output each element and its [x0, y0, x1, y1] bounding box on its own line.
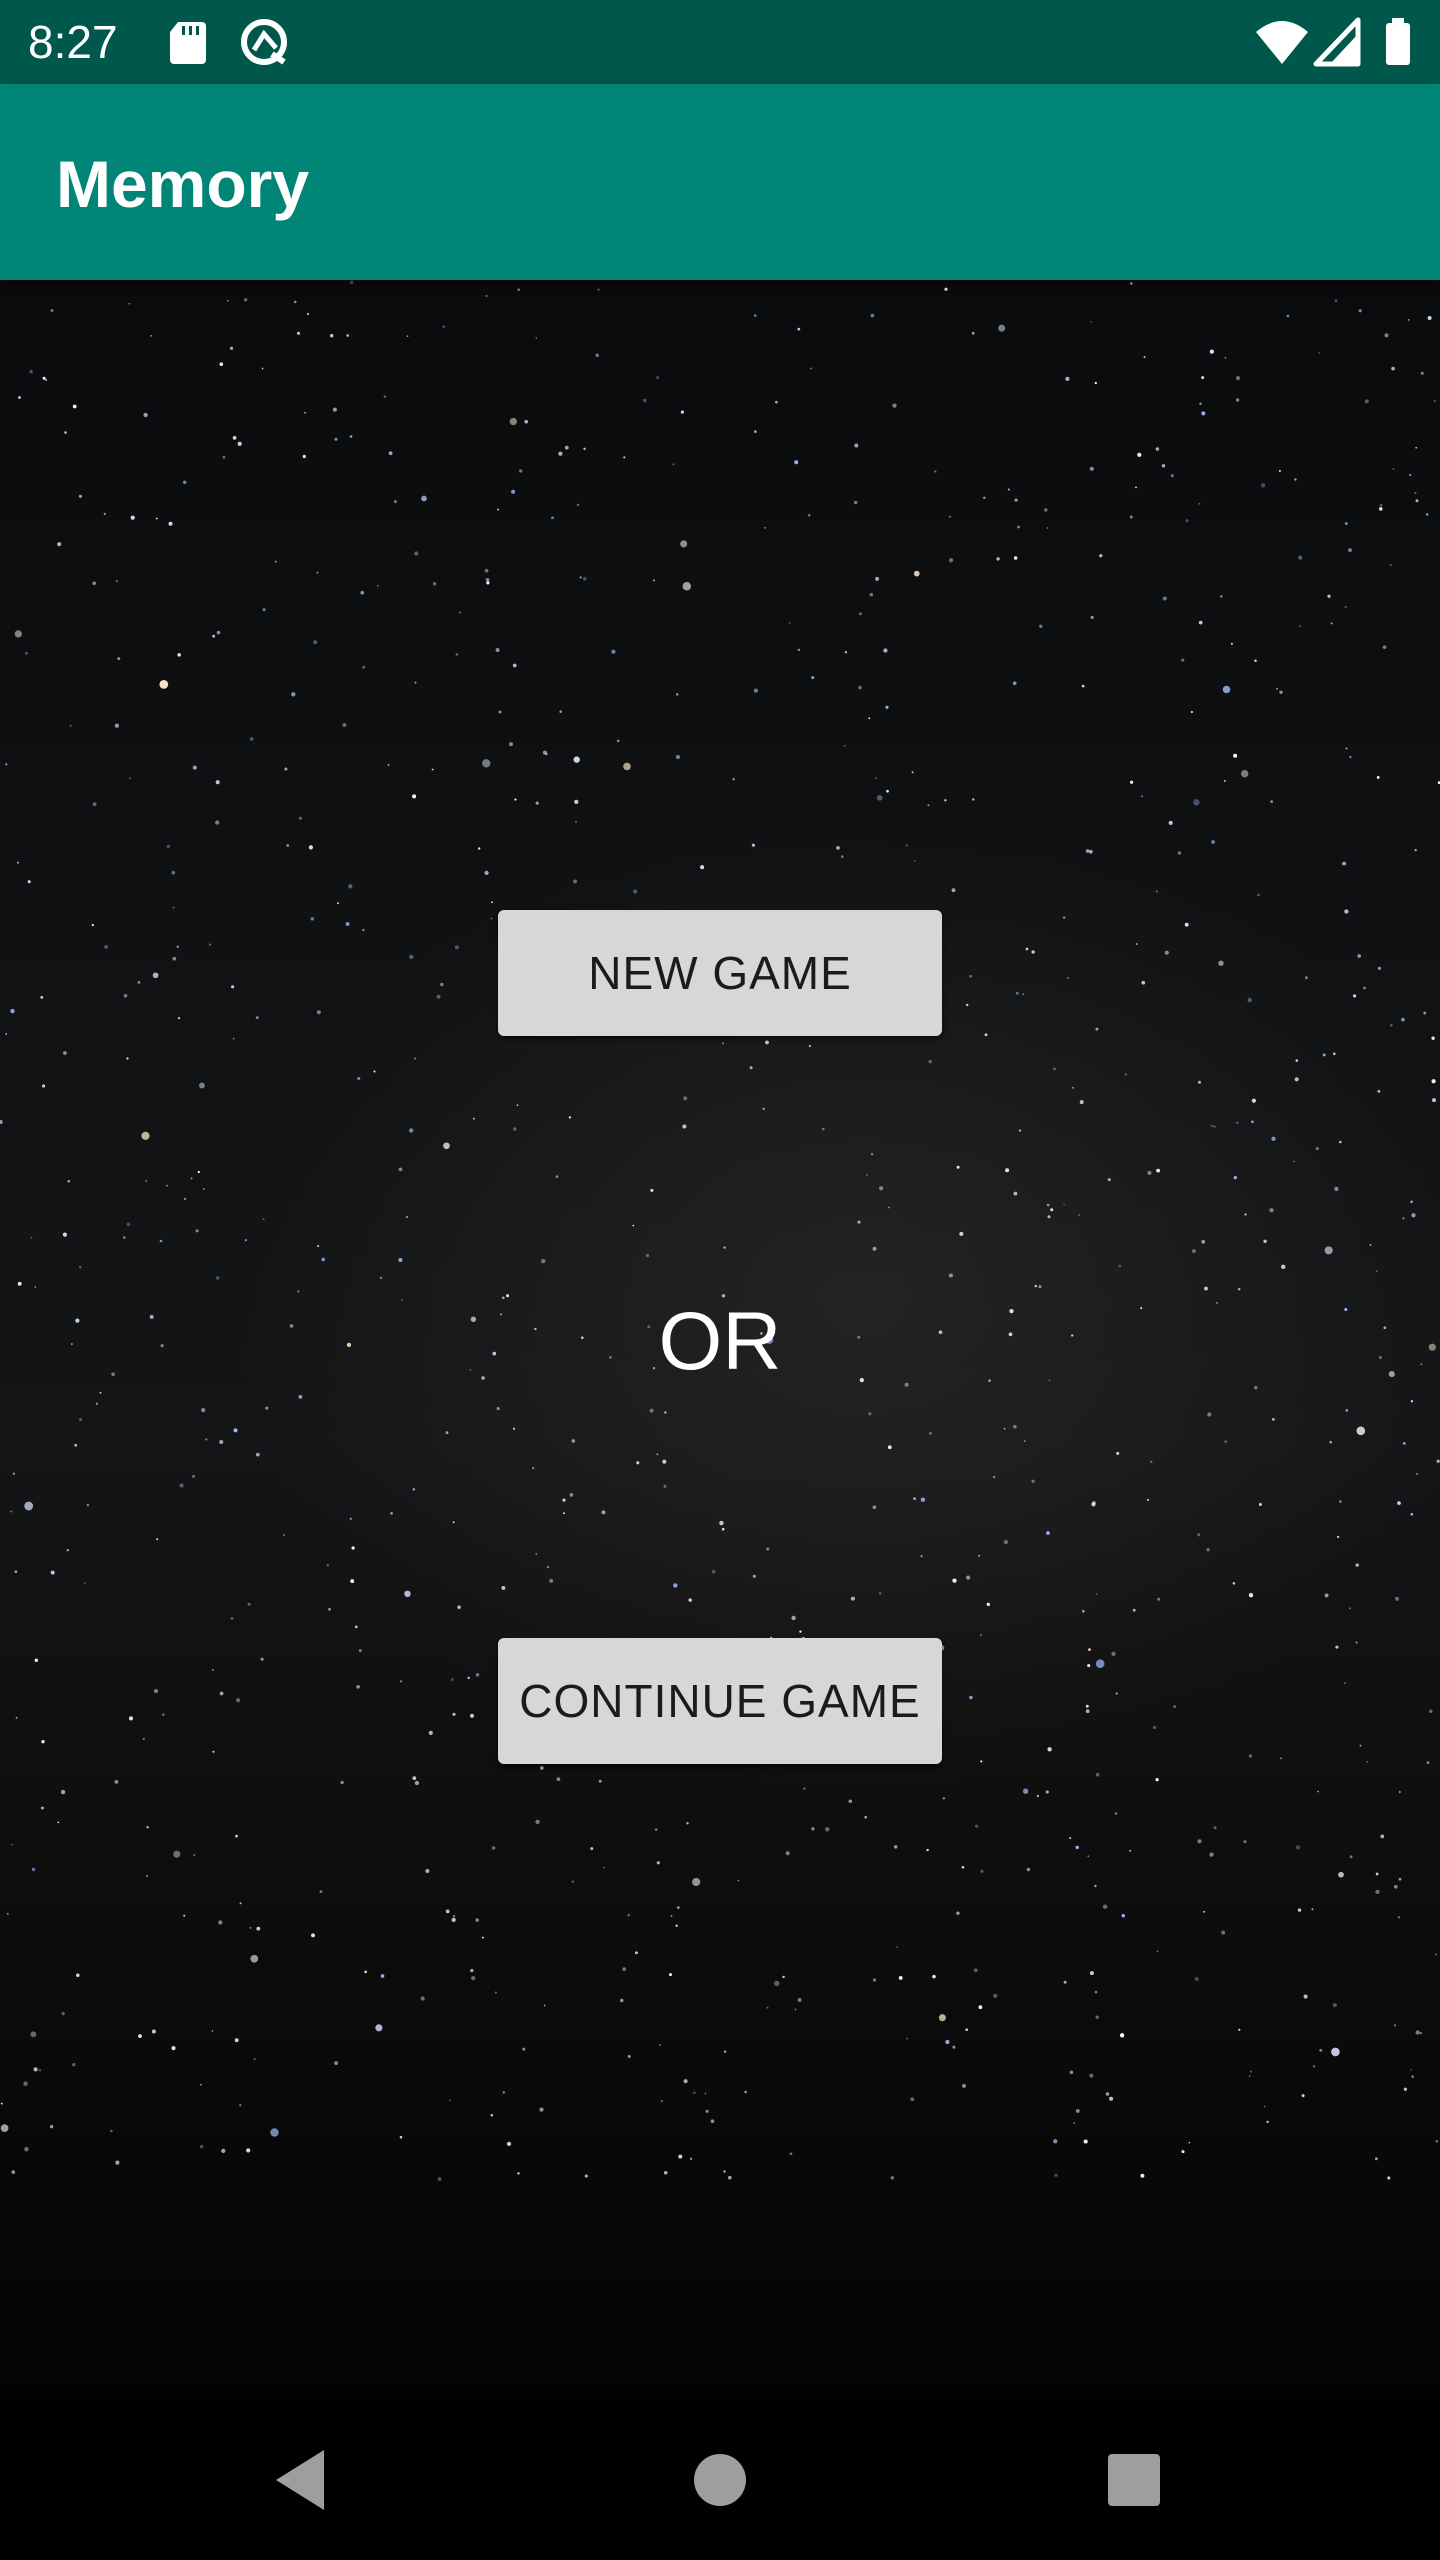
- home-icon[interactable]: [680, 2440, 760, 2520]
- continue-game-button[interactable]: CONTINUE GAME: [498, 1638, 942, 1764]
- sync-icon: [241, 19, 287, 65]
- main-content: NEW GAME OR CONTINUE GAME: [0, 280, 1440, 2400]
- status-time: 8:27: [28, 16, 118, 68]
- back-icon[interactable]: [262, 2440, 342, 2520]
- sd-card-icon: [170, 22, 206, 64]
- recents-icon[interactable]: [1094, 2440, 1174, 2520]
- cell-signal-icon: [1313, 17, 1361, 67]
- wifi-icon: [1256, 21, 1308, 64]
- navigation-bar: [0, 2400, 1440, 2560]
- app-bar: Memory: [0, 84, 1440, 280]
- battery-icon: [1386, 18, 1410, 65]
- or-label: OR: [658, 1296, 782, 1387]
- new-game-button[interactable]: NEW GAME: [498, 910, 942, 1036]
- status-bar: 8:27: [0, 0, 1440, 84]
- app-title: Memory: [56, 147, 310, 221]
